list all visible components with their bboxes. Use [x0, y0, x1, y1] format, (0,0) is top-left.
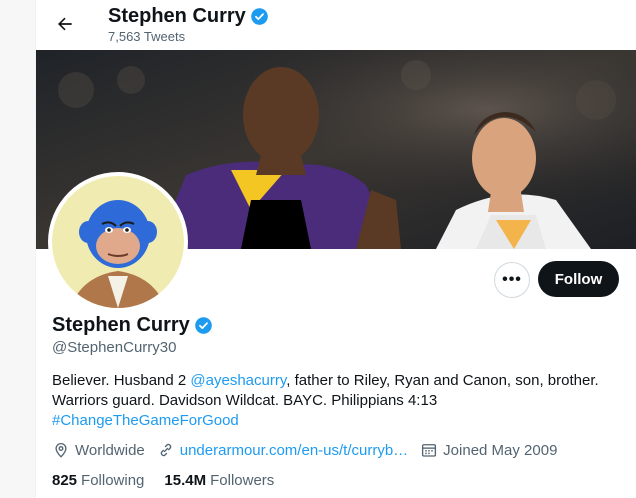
website-item[interactable]: underarmour.com/en-us/t/curryb…	[157, 441, 408, 459]
profile-header-bar: Stephen Curry 7,563 Tweets	[36, 0, 636, 50]
bio-text-1: Believer. Husband 2	[52, 372, 191, 389]
header-title: Stephen Curry	[108, 5, 269, 28]
followers-label: Followers	[210, 472, 275, 489]
profile-name: Stephen Curry	[52, 314, 190, 336]
profile-column: Stephen Curry 7,563 Tweets ••• Follow St…	[35, 0, 636, 498]
profile-avatar[interactable]	[48, 172, 188, 312]
followers-count: 15.4M	[164, 472, 207, 489]
following-link[interactable]: 825 Following	[52, 472, 144, 489]
verified-badge-icon	[251, 8, 268, 25]
location-pin-icon	[55, 443, 67, 458]
more-options-button[interactable]: •••	[494, 262, 530, 298]
avatar-image	[52, 176, 184, 308]
joined-item: Joined May 2009	[420, 441, 557, 459]
profile-meta: Worldwide underarmour.com/en-us/t/curryb…	[52, 441, 569, 459]
location-item: Worldwide	[52, 441, 145, 459]
location-text: Worldwide	[75, 441, 145, 459]
verified-badge-icon	[195, 317, 212, 334]
back-arrow-icon	[58, 17, 72, 31]
back-button[interactable]	[48, 7, 82, 41]
bio-mention-link[interactable]: @ayeshacurry	[190, 372, 286, 389]
following-label: Following	[81, 472, 145, 489]
profile-name-row: Stephen Curry	[52, 314, 213, 337]
followers-link[interactable]: 15.4M Followers	[164, 472, 274, 489]
link-icon	[160, 443, 171, 457]
profile-bio: Believer. Husband 2 @ayeshacurry, father…	[52, 371, 627, 431]
follow-button[interactable]: Follow	[538, 261, 619, 297]
bio-text-3: Warriors guard. Davidson Wildcat. BAYC. …	[52, 392, 438, 409]
website-link[interactable]: underarmour.com/en-us/t/curryb…	[180, 442, 408, 459]
following-count: 825	[52, 472, 78, 489]
bio-text-2: , father to Riley, Ryan and Canon, son, …	[286, 372, 599, 389]
tweet-count: 7,563 Tweets	[108, 29, 186, 44]
calendar-icon	[422, 444, 437, 457]
header-name: Stephen Curry	[108, 5, 246, 27]
profile-handle: @StephenCurry30	[52, 339, 177, 356]
bio-hashtag-link[interactable]: #ChangeTheGameForGood	[52, 412, 239, 429]
profile-stats: 825 Following 15.4M Followers	[52, 472, 274, 489]
joined-text: Joined May 2009	[443, 441, 558, 459]
